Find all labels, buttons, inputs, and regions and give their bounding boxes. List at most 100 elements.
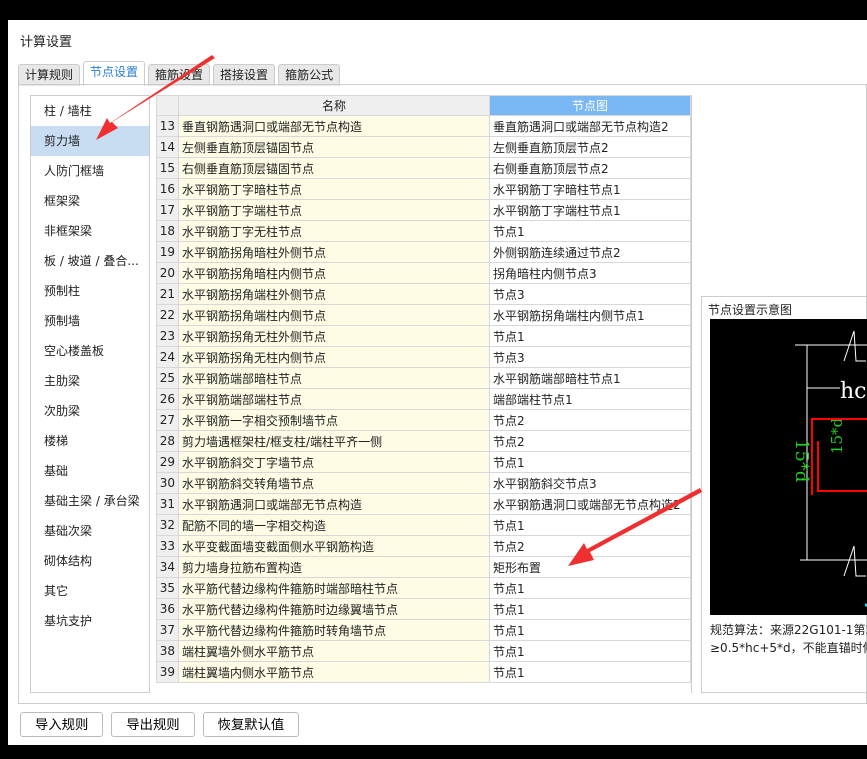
table-row[interactable]: 25 水平钢筋端部暗柱节点 水平钢筋端部暗柱节点1 <box>156 367 691 389</box>
col-index <box>156 95 179 116</box>
row-node-diagram[interactable]: 外侧钢筋连续通过节点2 <box>489 241 691 263</box>
table-row[interactable]: 14 左侧垂直筋顶层锚固节点 左侧垂直筋顶层节点2 <box>156 136 691 158</box>
table-row[interactable]: 35 水平筋代替边缘构件箍筋时端部暗柱节点 节点1 <box>156 577 691 599</box>
tab-0[interactable]: 计算规则 <box>18 64 81 86</box>
table-row[interactable]: 21 水平钢筋拐角端柱外侧节点 节点3 <box>156 283 691 305</box>
row-name: 水平钢筋拐角暗柱内侧节点 <box>178 262 490 284</box>
row-node-diagram[interactable]: 拐角暗柱内侧节点3 <box>489 262 691 284</box>
row-node-diagram[interactable]: 垂直筋遇洞口或端部无节点构造2 <box>489 115 691 137</box>
import-rules-button[interactable]: 导入规则 <box>20 712 104 737</box>
tab-2[interactable]: 箍筋设置 <box>148 64 211 86</box>
table-row[interactable]: 27 水平钢筋一字相交预制墙节点 节点2 <box>156 409 691 431</box>
row-node-diagram[interactable]: 节点2 <box>489 430 691 452</box>
row-name: 水平钢筋端部暗柱节点 <box>178 367 490 389</box>
row-node-diagram[interactable]: 节点1 <box>489 325 691 347</box>
col-name[interactable]: 名称 <box>178 95 490 116</box>
sidebar-item[interactable]: 基坑支护 <box>31 606 149 636</box>
row-node-diagram[interactable]: 水平钢筋斜交节点3 <box>489 472 691 494</box>
table-row[interactable]: 20 水平钢筋拐角暗柱内侧节点 拐角暗柱内侧节点3 <box>156 262 691 284</box>
row-node-diagram[interactable]: 水平钢筋遇洞口或端部无节点构造2 <box>489 493 691 515</box>
row-name: 水平钢筋遇洞口或端部无节点构造 <box>178 493 490 515</box>
sidebar-item[interactable]: 基础次梁 <box>31 516 149 546</box>
node-settings-table: 名称 节点图 13 垂直钢筋遇洞口或端部无节点构造 垂直筋遇洞口或端部无节点构造2 14… <box>156 95 691 683</box>
row-node-diagram[interactable]: 节点1 <box>489 598 691 620</box>
row-name: 水平钢筋一字相交预制墙节点 <box>178 409 490 431</box>
row-node-diagram[interactable]: 左侧垂直筋顶层节点2 <box>489 136 691 158</box>
restore-defaults-button[interactable]: 恢复默认值 <box>202 712 300 737</box>
sidebar-item[interactable]: 预制柱 <box>31 276 149 306</box>
row-node-diagram[interactable]: 水平钢筋丁字暗柱节点1 <box>489 178 691 200</box>
sidebar-item[interactable]: 空心楼盖板 <box>31 336 149 366</box>
table-row[interactable]: 15 右侧垂直筋顶层锚固节点 右侧垂直筋顶层节点2 <box>156 157 691 179</box>
row-node-diagram[interactable]: 节点1 <box>489 220 691 242</box>
table-row[interactable]: 26 水平钢筋端部端柱节点 端部端柱节点1 <box>156 388 691 410</box>
table-row[interactable]: 22 水平钢筋拐角端柱内侧节点 水平钢筋拐角端柱内侧节点1 <box>156 304 691 326</box>
row-node-diagram[interactable]: 节点1 <box>489 577 691 599</box>
sidebar-item[interactable]: 柱 / 墙柱 <box>31 96 149 126</box>
row-node-diagram[interactable]: 水平钢筋拐角端柱内侧节点1 <box>489 304 691 326</box>
table-row[interactable]: 28 剪力墙遇框架柱/框支柱/端柱平齐一侧 节点2 <box>156 430 691 452</box>
table-row[interactable]: 24 水平钢筋拐角无柱内侧节点 节点3 <box>156 346 691 368</box>
sidebar-item[interactable]: 非框架梁 <box>31 216 149 246</box>
table-row[interactable]: 38 端柱翼墙外侧水平筋节点 节点1 <box>156 640 691 662</box>
row-node-diagram[interactable]: 节点2 <box>489 535 691 557</box>
sidebar-item[interactable]: 主肋梁 <box>31 366 149 396</box>
table-row[interactable]: 36 水平筋代替边缘构件箍筋时边缘翼墙节点 节点1 <box>156 598 691 620</box>
table-row[interactable]: 23 水平钢筋拐角无柱外侧节点 节点1 <box>156 325 691 347</box>
row-node-diagram[interactable]: 节点1 <box>489 640 691 662</box>
row-node-diagram[interactable]: 水平钢筋丁字端柱节点1 <box>489 199 691 221</box>
row-node-diagram[interactable]: 节点2 <box>489 409 691 431</box>
node-preview-panel: 节点设置示意图 hc 15*d 15*d 规范算法：来源22G101-1第 ≥0… <box>701 296 867 693</box>
sidebar-item[interactable]: 人防门框墙 <box>31 156 149 186</box>
tab-panel: 柱 / 墙柱 剪力墙 人防门框墙 框架梁 非框架梁板 / 坡道 / 叠合... 预制柱 预制… <box>18 84 867 704</box>
row-node-diagram[interactable]: 右侧垂直筋顶层节点2 <box>489 157 691 179</box>
col-node-diagram[interactable]: 节点图 <box>489 95 691 116</box>
sidebar-item[interactable]: 砌体结构 <box>31 546 149 576</box>
row-index: 37 <box>156 619 179 641</box>
row-index: 16 <box>156 178 179 200</box>
row-node-diagram[interactable]: 端部端柱节点1 <box>489 388 691 410</box>
sidebar-item[interactable]: 基础 <box>31 456 149 486</box>
table-row[interactable]: 37 水平筋代替边缘构件箍筋时转角墙节点 节点1 <box>156 619 691 641</box>
table-row[interactable]: 19 水平钢筋拐角暗柱外侧节点 外侧钢筋连续通过节点2 <box>156 241 691 263</box>
sidebar-item[interactable]: 其它 <box>31 576 149 606</box>
row-name: 垂直钢筋遇洞口或端部无节点构造 <box>178 115 490 137</box>
table-row[interactable]: 33 水平变截面墙变截面侧水平钢筋构造 节点2 <box>156 535 691 557</box>
row-node-diagram[interactable]: 节点3 <box>489 346 691 368</box>
row-name: 水平筋代替边缘构件箍筋时边缘翼墙节点 <box>178 598 490 620</box>
table-row[interactable]: 29 水平钢筋斜交丁字墙节点 节点1 <box>156 451 691 473</box>
row-name: 右侧垂直筋顶层锚固节点 <box>178 157 490 179</box>
tab-3[interactable]: 搭接设置 <box>213 64 276 86</box>
export-rules-button[interactable]: 导出规则 <box>111 712 195 737</box>
row-index: 39 <box>156 661 179 683</box>
row-node-diagram[interactable]: 节点3 <box>489 283 691 305</box>
sidebar-item[interactable]: 基础主梁 / 承台梁 <box>31 486 149 516</box>
row-name: 左侧垂直筋顶层锚固节点 <box>178 136 490 158</box>
table-row[interactable]: 31 水平钢筋遇洞口或端部无节点构造 水平钢筋遇洞口或端部无节点构造2 <box>156 493 691 515</box>
row-node-diagram[interactable]: 矩形布置 <box>489 556 691 578</box>
table-row[interactable]: 13 垂直钢筋遇洞口或端部无节点构造 垂直筋遇洞口或端部无节点构造2 <box>156 115 691 137</box>
row-index: 31 <box>156 493 179 515</box>
sidebar-item[interactable]: 框架梁 <box>31 186 149 216</box>
row-node-diagram[interactable]: 节点1 <box>489 514 691 536</box>
row-name: 水平钢筋斜交转角墙节点 <box>178 472 490 494</box>
row-name: 水平钢筋斜交丁字墙节点 <box>178 451 490 473</box>
table-row[interactable]: 30 水平钢筋斜交转角墙节点 水平钢筋斜交节点3 <box>156 472 691 494</box>
table-row[interactable]: 16 水平钢筋丁字暗柱节点 水平钢筋丁字暗柱节点1 <box>156 178 691 200</box>
table-row[interactable]: 18 水平钢筋丁字无柱节点 节点1 <box>156 220 691 242</box>
sidebar-item[interactable]: 楼梯 <box>31 426 149 456</box>
table-row[interactable]: 34 剪力墙身拉筋布置构造 矩形布置 <box>156 556 691 578</box>
row-node-diagram[interactable]: 节点1 <box>489 619 691 641</box>
sidebar-item[interactable]: 板 / 坡道 / 叠合... <box>31 246 149 276</box>
sidebar-item[interactable]: 预制墙 <box>31 306 149 336</box>
tab-1[interactable]: 节点设置 <box>83 61 146 86</box>
table-row[interactable]: 39 端柱翼墙内侧水平筋节点 节点1 <box>156 661 691 683</box>
tab-4[interactable]: 箍筋公式 <box>278 64 341 86</box>
sidebar-item[interactable]: 次肋梁 <box>31 396 149 426</box>
table-row[interactable]: 32 配筋不同的墙一字相交构造 节点1 <box>156 514 691 536</box>
row-node-diagram[interactable]: 节点1 <box>489 451 691 473</box>
row-node-diagram[interactable]: 节点1 <box>489 661 691 683</box>
row-node-diagram[interactable]: 水平钢筋端部暗柱节点1 <box>489 367 691 389</box>
table-row[interactable]: 17 水平钢筋丁字端柱节点 水平钢筋丁字端柱节点1 <box>156 199 691 221</box>
sidebar-item[interactable]: 剪力墙 <box>31 126 149 156</box>
